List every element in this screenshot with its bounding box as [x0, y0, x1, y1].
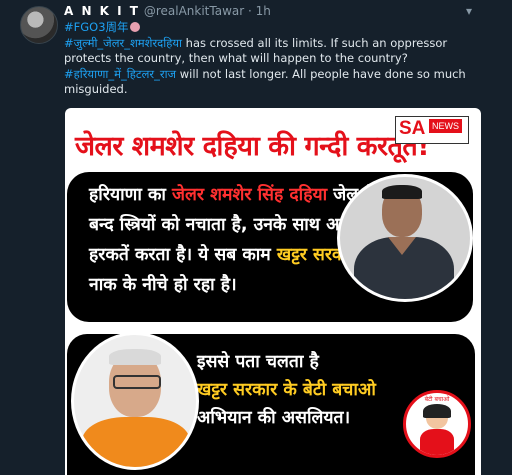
jailer-photo — [337, 174, 473, 302]
chevron-down-icon[interactable]: ▾ — [466, 4, 472, 18]
news-logo: SA NEWS — [395, 116, 469, 144]
panel-text-highlight: खट्टर सरकार के बेटी बचाओ — [197, 380, 376, 400]
panel-text-highlight: जेलर शमशेर सिंह दहिया — [172, 185, 328, 205]
badge-text: बेटी बचाओ — [424, 396, 450, 403]
display-name[interactable]: A N K I T — [64, 4, 140, 18]
avatar[interactable] — [20, 6, 58, 44]
panel-text-segment: हरियाणा का — [89, 185, 173, 205]
politician-photo — [71, 332, 199, 470]
hashtag-link[interactable]: #FGO3周年 — [64, 20, 129, 34]
tweet-header: A N K I T @realAnkitTawar · 1h — [64, 4, 271, 18]
panel-bottom-text: इससे पता चलता है खट्टर सरकार के बेटी बचा… — [197, 348, 417, 432]
logo-news: NEWS — [429, 119, 462, 133]
tweet-text: #FGO3周年 #जुल्मी_जेलर_शमशेरदहिया has cros… — [64, 20, 484, 98]
timestamp[interactable]: · 1h — [248, 4, 271, 18]
tweet: A N K I T @realAnkitTawar · 1h ▾ #FGO3周年… — [0, 0, 512, 475]
beti-bachao-logo: बेटी बचाओ — [403, 390, 471, 458]
tweet-image[interactable]: जेलर शमशेर दहिया की गन्दी करतूत! SA NEWS… — [65, 108, 481, 475]
hashtag-link[interactable]: #हरियाणा_में_हिटलर_राज — [64, 67, 176, 81]
logo-sa: SA — [399, 118, 426, 139]
panel-text-segment: अभियान की असलियत। — [197, 408, 351, 428]
emoji-icon — [129, 22, 140, 32]
image-headline: जेलर शमशेर दहिया की गन्दी करतूत! — [75, 131, 430, 162]
handle[interactable]: @realAnkitTawar — [144, 4, 244, 18]
panel-text-segment: इससे पता चलता है — [197, 352, 319, 372]
hashtag-link[interactable]: #जुल्मी_जेलर_शमशेरदहिया — [64, 36, 182, 50]
